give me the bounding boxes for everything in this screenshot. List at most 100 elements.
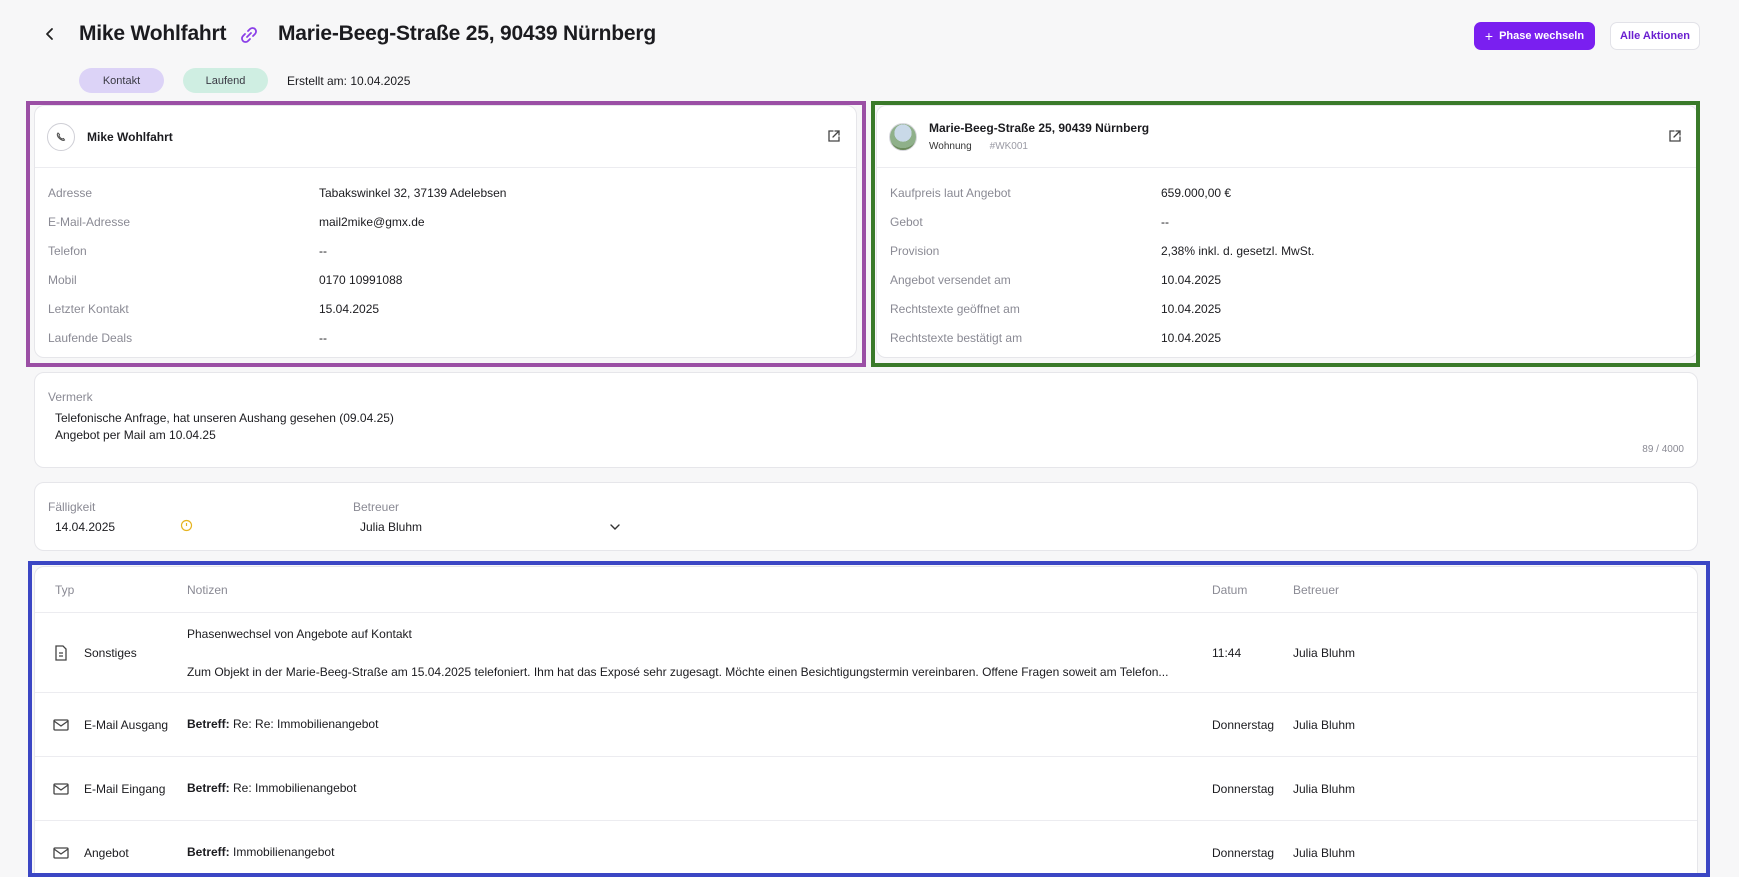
detail-row: Kaufpreis laut Angebot 659.000,00 €	[877, 178, 1697, 207]
change-phase-label: Phase wechseln	[1499, 30, 1585, 42]
detail-row: Provision 2,38% inkl. d. gesetzl. MwSt.	[877, 236, 1697, 265]
all-actions-button[interactable]: Alle Aktionen	[1610, 22, 1700, 50]
detail-label: Letzter Kontakt	[48, 301, 129, 316]
row-assignee: Julia Bluhm	[1293, 718, 1356, 732]
detail-value: 659.000,00 €	[1161, 185, 1232, 200]
detail-row: Angebot versendet am 10.04.2025	[877, 265, 1697, 294]
table-row[interactable]: E-Mail Eingang Betreff: Re: Immobilienan…	[35, 757, 1697, 821]
phone-contact-icon	[47, 122, 75, 151]
property-details: Kaufpreis laut Angebot 659.000,00 € Gebot -…	[877, 168, 1697, 352]
detail-label: Angebot versendet am	[890, 272, 1011, 287]
due-date-input[interactable]: 14.04.2025	[55, 520, 115, 534]
property-card-title: Marie-Beeg-Straße 25, 90439 Nürnberg	[929, 121, 1150, 135]
row-date: 11:44	[1212, 646, 1242, 660]
created-date: Erstellt am: 10.04.2025	[287, 74, 411, 88]
warning-clock-icon	[180, 519, 193, 532]
page-title-contact: Mike Wohlfahrt	[79, 22, 227, 45]
row-date: Donnerstag	[1212, 782, 1275, 796]
assignee-select[interactable]: Julia Bluhm	[360, 520, 422, 534]
subject-text: Re: Re: Immobilienangebot	[233, 717, 379, 731]
property-card-header: Marie-Beeg-Straße 25, 90439 Nürnberg Woh…	[877, 106, 1697, 168]
detail-row: Rechtstexte bestätigt am 10.04.2025	[877, 323, 1697, 352]
contact-details: Adresse Tabakswinkel 32, 37139 Adelebsen E…	[35, 168, 856, 352]
detail-value: mail2mike@gmx.de	[319, 214, 425, 229]
detail-value: 0170 10991088	[319, 272, 403, 287]
detail-value: --	[319, 243, 327, 258]
document-icon	[55, 645, 67, 661]
row-type: Sonstiges	[84, 646, 137, 660]
detail-row: Gebot --	[877, 207, 1697, 236]
due-label: Fälligkeit	[48, 500, 96, 514]
row-note-title: Phasenwechsel von Angebote auf Kontakt	[187, 627, 412, 641]
row-type: Angebot	[84, 846, 129, 860]
detail-value: 15.04.2025	[319, 301, 380, 316]
col-date[interactable]: Datum	[1212, 583, 1247, 597]
detail-value: 2,38% inkl. d. gesetzl. MwSt.	[1161, 243, 1315, 258]
subject-label: Betreff:	[187, 717, 230, 731]
detail-label: Provision	[890, 243, 940, 258]
property-code: #WK001	[989, 141, 1028, 152]
detail-label: E-Mail-Adresse	[48, 214, 131, 229]
subject-text: Immobilienangebot	[233, 845, 335, 859]
row-type: E-Mail Ausgang	[84, 718, 169, 732]
row-assignee: Julia Bluhm	[1293, 646, 1356, 660]
detail-label: Mobil	[48, 272, 77, 287]
detail-value: --	[1161, 214, 1169, 229]
link-icon[interactable]	[238, 24, 260, 46]
status-badge: Laufend	[183, 68, 268, 93]
col-assignee[interactable]: Betreuer	[1293, 583, 1339, 597]
col-type[interactable]: Typ	[55, 583, 74, 597]
detail-label: Adresse	[48, 185, 93, 200]
row-type: E-Mail Eingang	[84, 782, 166, 796]
note-card[interactable]: Vermerk Telefonische Anfrage, hat unsere…	[34, 372, 1698, 468]
row-date: Donnerstag	[1212, 846, 1275, 860]
note-text[interactable]: Telefonische Anfrage, hat unseren Aushan…	[55, 410, 394, 444]
detail-label: Rechtstexte bestätigt am	[890, 330, 1023, 345]
mail-icon	[53, 719, 69, 731]
table-row[interactable]: E-Mail Ausgang Betreff: Re: Re: Immobili…	[35, 693, 1697, 757]
subject-text: Re: Immobilienangebot	[233, 781, 357, 795]
detail-row: Letzter Kontakt 15.04.2025	[35, 294, 856, 323]
subject-label: Betreff:	[187, 781, 230, 795]
detail-value: 10.04.2025	[1161, 301, 1222, 316]
subject-label: Betreff:	[187, 845, 230, 859]
table-row[interactable]: Sonstiges Phasenwechsel von Angebote auf…	[35, 613, 1697, 693]
external-link-icon[interactable]	[826, 128, 842, 144]
note-label: Vermerk	[48, 390, 93, 404]
detail-row: Laufende Deals --	[35, 323, 856, 352]
row-assignee: Julia Bluhm	[1293, 846, 1356, 860]
change-phase-button[interactable]: + Phase wechseln	[1474, 22, 1595, 50]
note-line: Telefonische Anfrage, hat unseren Aushan…	[55, 411, 394, 425]
property-thumbnail	[889, 122, 917, 151]
detail-value: --	[319, 330, 327, 345]
detail-label: Kaufpreis laut Angebot	[890, 185, 1011, 200]
property-card: Marie-Beeg-Straße 25, 90439 Nürnberg Woh…	[876, 105, 1698, 358]
row-note-text: Zum Objekt in der Marie-Beeg-Straße am 1…	[187, 665, 1169, 679]
contact-card-header: Mike Wohlfahrt	[35, 106, 856, 168]
row-subject: Betreff: Immobilienangebot	[187, 845, 334, 859]
mail-icon	[53, 847, 69, 859]
detail-label: Rechtstexte geöffnet am	[890, 301, 1020, 316]
detail-value: 10.04.2025	[1161, 272, 1222, 287]
detail-row: Adresse Tabakswinkel 32, 37139 Adelebsen	[35, 178, 856, 207]
row-date: Donnerstag	[1212, 718, 1275, 732]
activity-table: Typ Notizen Datum Betreuer Sonstiges Pha…	[34, 566, 1698, 875]
chevron-left-icon	[46, 28, 53, 40]
table-row[interactable]: Angebot Betreff: Immobilienangebot Donne…	[35, 821, 1697, 876]
detail-label: Telefon	[48, 243, 87, 258]
phase-badge: Kontakt	[79, 68, 164, 93]
chevron-down-icon[interactable]	[609, 521, 621, 533]
contact-card: Mike Wohlfahrt Adresse Tabakswinkel 32, 3…	[34, 105, 857, 358]
page-title-property: Marie-Beeg-Straße 25, 90439 Nürnberg	[278, 22, 656, 45]
row-subject: Betreff: Re: Re: Immobilienangebot	[187, 717, 378, 731]
external-link-icon[interactable]	[1667, 128, 1683, 144]
col-notes[interactable]: Notizen	[187, 583, 228, 597]
due-card: Fälligkeit 14.04.2025 Betreuer Julia Blu…	[34, 482, 1698, 551]
detail-row: Rechtstexte geöffnet am 10.04.2025	[877, 294, 1697, 323]
detail-row: Mobil 0170 10991088	[35, 265, 856, 294]
back-button[interactable]	[38, 22, 62, 46]
row-subject: Betreff: Re: Immobilienangebot	[187, 781, 356, 795]
contact-card-name: Mike Wohlfahrt	[87, 129, 173, 144]
mail-icon	[53, 783, 69, 795]
detail-row: E-Mail-Adresse mail2mike@gmx.de	[35, 207, 856, 236]
